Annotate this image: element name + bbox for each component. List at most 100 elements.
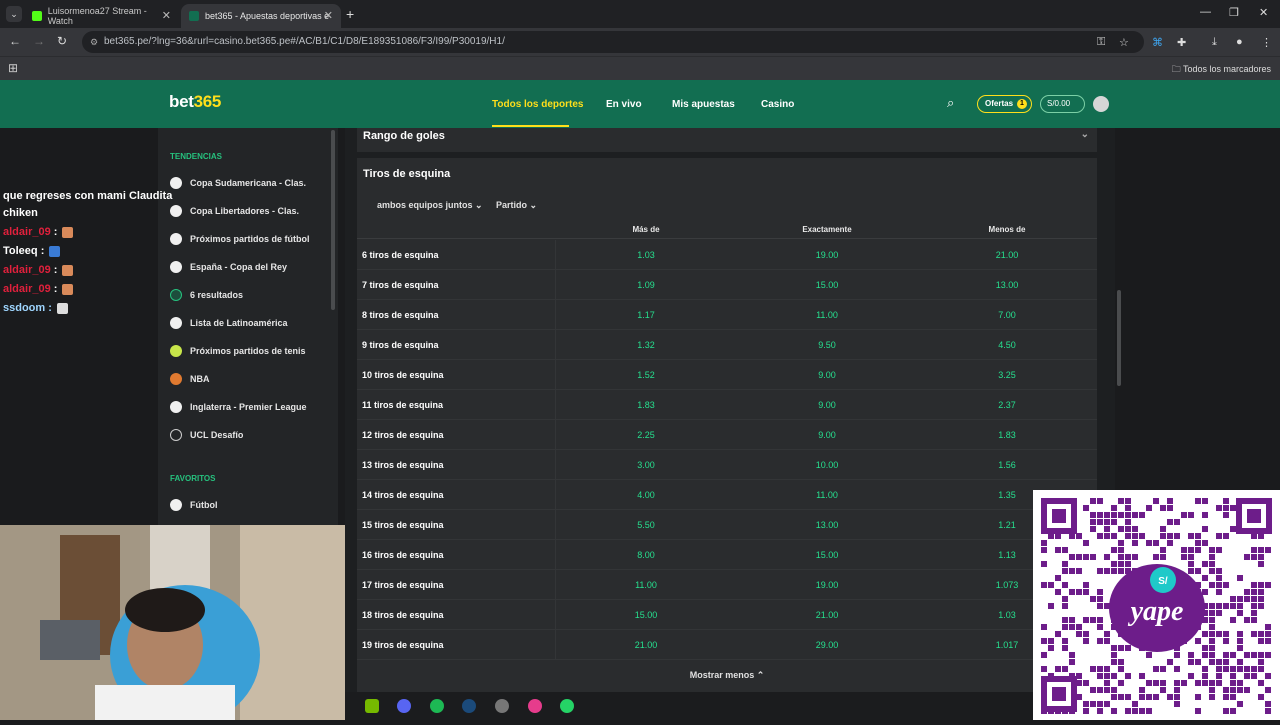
qr-module <box>1216 582 1222 588</box>
odds-over-button[interactable]: 3.00 <box>596 460 696 470</box>
extensions-puzzle-icon[interactable]: ✚ <box>1177 36 1186 49</box>
odds-exact-button[interactable]: 19.00 <box>777 250 877 260</box>
menu-icon[interactable]: ⋮ <box>1261 36 1272 49</box>
balance-button[interactable]: S/0.00 <box>1040 95 1085 113</box>
steam-icon[interactable] <box>462 699 476 713</box>
odds-exact-button[interactable]: 9.00 <box>777 400 877 410</box>
search-icon[interactable]: ⌕ <box>947 95 954 111</box>
odds-under-button[interactable]: 4.50 <box>957 340 1057 350</box>
sidebar-scrollbar[interactable] <box>331 130 335 310</box>
whatsapp-icon[interactable] <box>560 699 574 713</box>
odds-over-button[interactable]: 1.83 <box>596 400 696 410</box>
discord-icon[interactable] <box>397 699 411 713</box>
column-header-exact: Exactamente <box>802 225 852 234</box>
sidebar-item-copa-libertadores[interactable]: Copa Libertadores - Clas. <box>170 202 299 220</box>
back-icon[interactable]: ← <box>9 34 21 48</box>
minimize-icon[interactable]: — <box>1200 6 1211 18</box>
odds-exact-button[interactable]: 9.00 <box>777 370 877 380</box>
odds-under-button[interactable]: 3.25 <box>957 370 1057 380</box>
odds-over-button[interactable]: 1.32 <box>596 340 696 350</box>
address-bar[interactable]: ⚙ bet365.pe/?lng=36&rurl=casino.bet365.p… <box>82 31 1144 53</box>
offers-button[interactable]: Ofertas 1 <box>977 95 1032 113</box>
sidebar-item-ucl-challenge[interactable]: UCL Desafío <box>170 426 243 444</box>
nav-live[interactable]: En vivo <box>606 99 642 110</box>
odds-exact-button[interactable]: 15.00 <box>777 280 877 290</box>
extension-icon[interactable]: ⌘ <box>1152 36 1163 49</box>
restore-icon[interactable]: ❐ <box>1229 6 1239 19</box>
new-tab-icon[interactable]: + <box>346 6 354 22</box>
account-avatar-icon[interactable] <box>1093 96 1109 112</box>
odds-over-button[interactable]: 5.50 <box>596 520 696 530</box>
sidebar-item-latin-america[interactable]: Lista de Latinoamérica <box>170 314 288 332</box>
filter-match[interactable]: Partido ⌄ <box>496 200 537 211</box>
all-bookmarks-folder[interactable]: 🗀 Todos los marcadores <box>1172 62 1271 78</box>
odds-exact-button[interactable]: 10.00 <box>777 460 877 470</box>
qr-module <box>1181 547 1187 553</box>
goal-range-market-header[interactable]: Rango de goles ⌄ <box>357 128 1097 152</box>
obs-icon[interactable] <box>495 699 509 713</box>
close-tab-icon[interactable]: ✕ <box>162 9 171 22</box>
odds-exact-button[interactable]: 11.00 <box>777 490 877 500</box>
odds-over-button[interactable]: 1.17 <box>596 310 696 320</box>
odds-over-button[interactable]: 8.00 <box>596 550 696 560</box>
odds-over-button[interactable]: 1.03 <box>596 250 696 260</box>
browser-tab-bar: ⌄ Luisormenoa27 Stream - Watch ✕ bet365 … <box>0 0 1280 28</box>
qr-module <box>1258 631 1264 637</box>
sidebar-item-upcoming-tennis[interactable]: Próximos partidos de tenis <box>170 342 306 360</box>
profile-icon[interactable]: ● <box>1236 36 1243 48</box>
page-scrollbar[interactable] <box>1117 290 1121 386</box>
odds-over-button[interactable]: 1.09 <box>596 280 696 290</box>
odds-over-button[interactable]: 11.00 <box>596 580 696 590</box>
tab-search-button[interactable]: ⌄ <box>6 6 22 22</box>
odds-under-button[interactable]: 21.00 <box>957 250 1057 260</box>
browser-tab-stream[interactable]: Luisormenoa27 Stream - Watch ✕ <box>24 4 179 28</box>
nav-all-sports[interactable]: Todos los deportes <box>492 99 584 110</box>
odds-exact-button[interactable]: 19.00 <box>777 580 877 590</box>
browser-tab-bet365[interactable]: bet365 - Apuestas deportivas e ✕ <box>181 4 341 28</box>
bookmark-star-icon[interactable]: ☆ <box>1119 36 1129 49</box>
odds-over-button[interactable]: 21.00 <box>596 640 696 650</box>
webcam-image <box>0 525 345 720</box>
download-icon[interactable]: ⤓ <box>1212 36 1217 49</box>
odds-over-button[interactable]: 15.00 <box>596 610 696 620</box>
sidebar-item-premier-league[interactable]: Inglaterra - Premier League <box>170 398 307 416</box>
spotify-icon[interactable] <box>430 699 444 713</box>
qr-module <box>1104 568 1110 574</box>
forward-icon[interactable]: → <box>33 34 45 48</box>
music-icon[interactable] <box>528 699 542 713</box>
sidebar-item-copa-sudamericana[interactable]: Copa Sudamericana - Clas. <box>170 174 306 192</box>
sidebar-item-results[interactable]: 6 resultados <box>170 286 243 304</box>
odds-exact-button[interactable]: 9.50 <box>777 340 877 350</box>
nvidia-icon[interactable] <box>365 699 379 713</box>
filter-both-teams[interactable]: ambos equipos juntos ⌄ <box>377 200 483 211</box>
bet365-logo[interactable]: bet365 <box>169 92 221 112</box>
odds-exact-button[interactable]: 15.00 <box>777 550 877 560</box>
odds-over-button[interactable]: 4.00 <box>596 490 696 500</box>
site-info-icon[interactable]: ⚙ <box>90 31 98 53</box>
odds-under-button[interactable]: 13.00 <box>957 280 1057 290</box>
odds-exact-button[interactable]: 9.00 <box>777 430 877 440</box>
odds-under-button[interactable]: 1.56 <box>957 460 1057 470</box>
sidebar-item-nba[interactable]: NBA <box>170 370 210 388</box>
close-tab-icon[interactable]: ✕ <box>324 9 333 22</box>
show-less-button[interactable]: Mostrar menos ⌃ <box>357 670 1097 681</box>
odds-exact-button[interactable]: 13.00 <box>777 520 877 530</box>
odds-over-button[interactable]: 1.52 <box>596 370 696 380</box>
sidebar-item-football[interactable]: Fútbol <box>170 496 218 514</box>
apps-grid-icon[interactable]: ⊞ <box>8 61 18 75</box>
close-window-icon[interactable]: ✕ <box>1259 6 1268 19</box>
odds-under-button[interactable]: 2.37 <box>957 400 1057 410</box>
nav-casino[interactable]: Casino <box>761 99 794 110</box>
sidebar-item-copa-del-rey[interactable]: España - Copa del Rey <box>170 258 287 276</box>
password-key-icon[interactable]: ⚿ <box>1097 36 1105 49</box>
row-divider <box>555 600 556 629</box>
odds-exact-button[interactable]: 11.00 <box>777 310 877 320</box>
sidebar-item-upcoming-football[interactable]: Próximos partidos de fútbol <box>170 230 310 248</box>
odds-under-button[interactable]: 1.83 <box>957 430 1057 440</box>
odds-under-button[interactable]: 7.00 <box>957 310 1057 320</box>
nav-my-bets[interactable]: Mis apuestas <box>672 99 735 110</box>
odds-exact-button[interactable]: 21.00 <box>777 610 877 620</box>
odds-over-button[interactable]: 2.25 <box>596 430 696 440</box>
odds-exact-button[interactable]: 29.00 <box>777 640 877 650</box>
reload-icon[interactable]: ↻ <box>57 34 67 48</box>
